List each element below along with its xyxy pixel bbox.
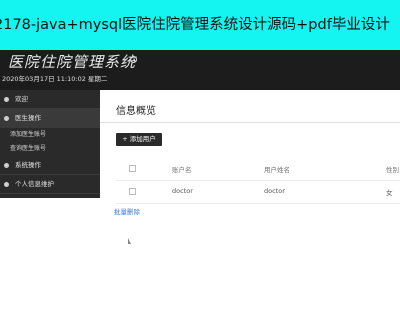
title-banner: 2178-java+mysql医院住院管理系统设计源码+pdf毕业设计 xyxy=(0,0,400,50)
sidebar-item-label: 医生操作 xyxy=(15,114,41,122)
row-checkbox[interactable] xyxy=(129,188,136,195)
app-header: 医院住院管理系统 2020年03月17日 11:10:02 星期二 xyxy=(0,50,400,90)
add-user-button[interactable]: + 添加用户 xyxy=(116,133,162,146)
sidebar-item-doctor-ops[interactable]: 医生操作 xyxy=(0,109,100,128)
sidebar-item-welcome[interactable]: 欢迎 xyxy=(0,90,100,109)
page-title: 信息概览 xyxy=(116,106,156,117)
sidebar-item-profile[interactable]: 个人信息维护 xyxy=(0,175,100,194)
gear-icon xyxy=(4,162,9,168)
table-cell: doctor xyxy=(172,187,193,195)
user-icon xyxy=(4,115,9,121)
info-icon xyxy=(4,181,9,187)
home-icon xyxy=(4,96,9,102)
sidebar: 欢迎 医生操作 添加医生账号 查询医生账号 系统操作 个人信息维护 xyxy=(0,90,100,198)
bulk-delete-link[interactable]: 批量删除 xyxy=(114,206,140,216)
sidebar-item-label: 欢迎 xyxy=(15,95,28,103)
select-all-checkbox[interactable] xyxy=(129,165,136,172)
divider xyxy=(100,122,400,123)
circle-icon xyxy=(130,56,137,63)
sidebar-subitem-add-doctor[interactable]: 添加医生账号 xyxy=(0,128,100,142)
datetime-label: 2020年03月17日 11:10:02 星期二 xyxy=(2,75,108,83)
table-cell: 女 xyxy=(386,189,393,197)
column-header: 账户名 xyxy=(172,166,192,174)
table-header-row: 账户名 用户姓名 性别 xyxy=(116,158,400,181)
main-content: 信息概览 + 添加用户 账户名 用户姓名 性别 doctor doctor 女 … xyxy=(100,90,400,310)
user-table: 账户名 用户姓名 性别 doctor doctor 女 xyxy=(116,158,400,204)
sidebar-item-label: 个人信息维护 xyxy=(15,180,54,188)
column-header: 性别 xyxy=(386,166,399,174)
app-title: 医院住院管理系统 xyxy=(8,53,137,71)
banner-text: 2178-java+mysql医院住院管理系统设计源码+pdf毕业设计 xyxy=(0,17,390,33)
sidebar-item-label: 系统操作 xyxy=(15,161,41,169)
column-header: 用户姓名 xyxy=(264,166,290,174)
sidebar-item-system-ops[interactable]: 系统操作 xyxy=(0,156,100,175)
table-row: doctor doctor 女 xyxy=(116,181,400,204)
mouse-cursor-icon xyxy=(128,238,131,244)
table-cell: doctor xyxy=(264,187,285,195)
sidebar-subitem-query-doctor[interactable]: 查询医生账号 xyxy=(0,142,100,156)
